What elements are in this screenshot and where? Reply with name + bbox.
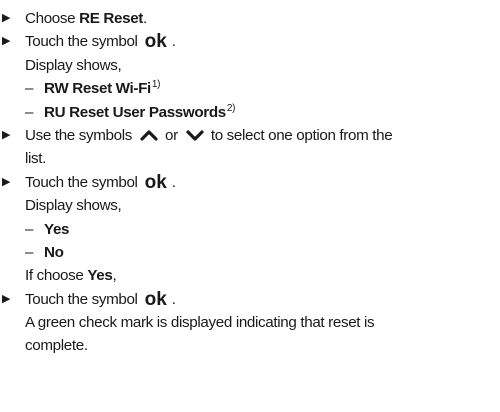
chevron-up-icon [139,128,159,142]
step-continuation: Display shows, [25,56,122,74]
option-item: – RU Reset User Passwords2) [0,101,500,124]
step-touch-ok: ▶ Touch the symbol ok. [2,31,176,53]
option-yes: Yes [87,267,113,285]
step-continuation: complete. [25,337,88,355]
option-reset-user-passwords: RU Reset User Passwords [44,103,226,121]
dash-marker: – [25,80,34,98]
footnote-marker: 2) [226,102,236,114]
step-touch-ok: ▶ Touch the symbol ok. [2,288,176,310]
arrow-bullet-icon: ▶ [2,35,11,48]
option-item: – No [0,241,500,264]
dash-marker: – [25,243,34,261]
dash-marker: – [25,220,34,238]
arrow-bullet-icon: ▶ [2,292,11,305]
step-text: Choose [25,10,80,27]
condition-line: If choose Yes, [25,267,117,285]
step-use-symbols: ▶ Use the symbols or to select one option … [0,124,500,147]
option-item: – Yes [0,218,500,241]
step-touch-ok: ▶ Touch the symbol ok. [2,171,176,193]
ok-symbol-icon: ok [144,171,167,193]
option-item: – RW Reset Wi-Fi1) [0,77,500,100]
step-text: Touch the symbol [25,33,138,51]
option-no: No [44,243,64,261]
footnote-marker: 1) [151,79,161,91]
step-continuation: list. [25,150,47,168]
step-continuation: Display shows, [25,197,122,215]
option-reset-wifi: RW Reset Wi-Fi [44,80,151,98]
menu-option-re-reset: RE Reset [79,10,144,27]
step-choose-reset: ▶ Choose RE Reset. [0,7,500,30]
arrow-bullet-icon: ▶ [2,128,11,141]
arrow-bullet-icon: ▶ [2,175,11,188]
ok-symbol-icon: ok [144,288,167,310]
dash-marker: – [25,103,34,121]
ok-symbol-icon: ok [144,31,167,53]
option-yes: Yes [44,220,70,238]
chevron-down-icon [185,128,205,142]
instruction-page: ▶ Choose RE Reset. ▶ Touch the symbol ok.… [0,0,500,412]
step-continuation: A green check mark is displayed indicati… [25,314,375,332]
arrow-bullet-icon: ▶ [2,12,11,24]
